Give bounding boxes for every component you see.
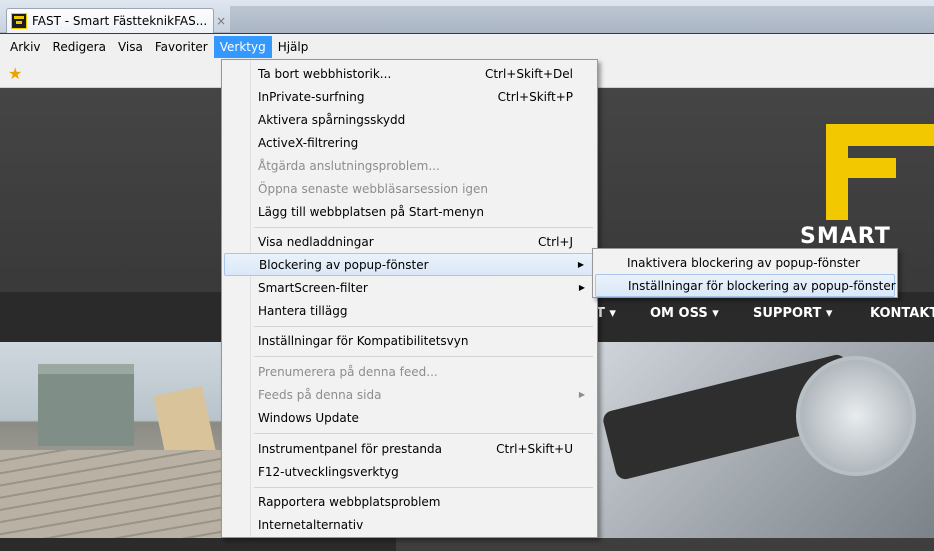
nav-om-oss[interactable]: OM OSS ▾	[650, 306, 719, 321]
submenu-item-label: Inställningar för blockering av popup-fö…	[628, 278, 896, 293]
menu-item-reopen-session: Öppna senaste webbläsarsession igen	[224, 177, 595, 200]
menu-item-delete-history[interactable]: Ta bort webbhistorik... Ctrl+Skift+Del	[224, 62, 595, 85]
menu-item-report-site-problem[interactable]: Rapportera webbplatsproblem	[224, 490, 595, 513]
menu-item-label: Internetalternativ	[258, 517, 364, 532]
menu-item-internet-options[interactable]: Internetalternativ	[224, 513, 595, 536]
menu-separator	[254, 487, 593, 488]
submenu-item-popup-blocker-settings[interactable]: Inställningar för blockering av popup-fö…	[595, 274, 896, 297]
menu-item-view-downloads[interactable]: Visa nedladdningar Ctrl+J	[224, 230, 595, 253]
star-add-icon[interactable]: ★	[8, 66, 22, 82]
menu-separator	[254, 356, 593, 357]
tab-title: FAST - Smart FästteknikFAS...	[32, 14, 208, 28]
page-bottom-band-right	[396, 538, 934, 551]
submenu-item-label: Inaktivera blockering av popup-fönster	[627, 255, 861, 270]
tools-menu: Ta bort webbhistorik... Ctrl+Skift+Del I…	[221, 59, 598, 538]
menu-item-shortcut: Ctrl+Skift+Del	[484, 66, 573, 81]
menu-item-inprivate[interactable]: InPrivate-surfning Ctrl+Skift+P	[224, 85, 595, 108]
menu-item-fix-connection: Åtgärda anslutningsproblem...	[224, 154, 595, 177]
menu-item-label: Inställningar för Kompatibilitetsvyn	[258, 333, 469, 348]
menu-separator	[254, 433, 593, 434]
submenu-arrow-icon: ▶	[577, 260, 584, 269]
menu-item-label: Aktivera spårningsskydd	[258, 112, 406, 127]
menu-item-smartscreen[interactable]: SmartScreen-filter ▶	[224, 276, 595, 299]
menu-item-compat-view-settings[interactable]: Inställningar för Kompatibilitetsvyn	[224, 329, 595, 352]
nav-support[interactable]: SUPPORT ▾	[753, 306, 832, 321]
nav-kontakt[interactable]: KONTAKT	[870, 306, 934, 321]
menu-item-label: InPrivate-surfning	[258, 89, 365, 104]
menu-verktyg[interactable]: Verktyg	[213, 36, 272, 58]
menu-separator	[254, 326, 593, 327]
menu-item-label: Lägg till webbplatsen på Start-menyn	[258, 204, 484, 219]
menu-item-f12-devtools[interactable]: F12-utvecklingsverktyg	[224, 460, 595, 483]
roof-shingles	[0, 450, 230, 538]
nav-item-truncated[interactable]: T ▾	[596, 306, 616, 321]
menu-favoriter[interactable]: Favoriter	[149, 36, 214, 58]
menu-item-label: Öppna senaste webbläsarsession igen	[258, 181, 489, 196]
menu-item-performance-dashboard[interactable]: Instrumentpanel för prestanda Ctrl+Skift…	[224, 437, 595, 460]
menu-item-label: ActiveX-filtrering	[258, 135, 359, 150]
browser-tab[interactable]: FAST - Smart FästteknikFAS... ×	[6, 8, 226, 33]
submenu-arrow-icon: ▶	[578, 390, 585, 399]
menu-item-add-to-start[interactable]: Lägg till webbplatsen på Start-menyn	[224, 200, 595, 223]
popup-blocker-submenu: Inaktivera blockering av popup-fönster I…	[592, 248, 898, 298]
menu-item-shortcut: Ctrl+J	[538, 234, 573, 249]
menu-redigera[interactable]: Redigera	[47, 36, 112, 58]
menu-item-shortcut: Ctrl+Skift+U	[496, 441, 573, 456]
menu-item-label: Feeds på denna sida	[258, 387, 382, 402]
menu-visa[interactable]: Visa	[112, 36, 149, 58]
logo-text: SMART	[800, 224, 891, 249]
menu-item-tracking-protection[interactable]: Aktivera spårningsskydd	[224, 108, 595, 131]
fast-logo-mark	[826, 124, 934, 220]
menu-item-feeds-on-page: Feeds på denna sida ▶	[224, 383, 595, 406]
menu-item-label: F12-utvecklingsverktyg	[258, 464, 399, 479]
menu-item-label: Instrumentpanel för prestanda	[258, 441, 443, 456]
fast-logo-icon	[11, 13, 27, 29]
menu-item-label: Prenumerera på denna feed...	[258, 364, 438, 379]
roof-photo	[0, 342, 230, 538]
menu-item-label: Åtgärda anslutningsproblem...	[258, 158, 440, 173]
menu-item-activex-filtering[interactable]: ActiveX-filtrering	[224, 131, 595, 154]
menu-item-subscribe-feed: Prenumerera på denna feed...	[224, 360, 595, 383]
menu-bar: Arkiv Redigera Visa Favoriter Verktyg Hj…	[0, 34, 934, 60]
menu-item-label: Rapportera webbplatsproblem	[258, 494, 441, 509]
menu-separator	[254, 227, 593, 228]
menu-item-shortcut: Ctrl+Skift+P	[497, 89, 573, 104]
menu-item-windows-update[interactable]: Windows Update	[224, 406, 595, 429]
menu-item-label: Hantera tillägg	[258, 303, 348, 318]
menu-item-label: SmartScreen-filter	[258, 280, 368, 295]
submenu-item-disable-popup-blocker[interactable]: Inaktivera blockering av popup-fönster	[595, 251, 895, 274]
menu-item-manage-addons[interactable]: Hantera tillägg	[224, 299, 595, 322]
tab-close-icon[interactable]: ×	[216, 14, 226, 28]
menu-item-label: Windows Update	[258, 410, 359, 425]
screw-head	[796, 356, 916, 476]
menu-arkiv[interactable]: Arkiv	[4, 36, 47, 58]
screw-photo	[596, 342, 934, 538]
menu-hjalp[interactable]: Hjälp	[272, 36, 315, 58]
menu-item-label: Blockering av popup-fönster	[259, 257, 429, 272]
menu-item-label: Visa nedladdningar	[258, 234, 374, 249]
tab-strip: FAST - Smart FästteknikFAS... ×	[0, 0, 934, 33]
roof-vent	[38, 364, 134, 446]
submenu-arrow-icon: ▶	[578, 283, 585, 292]
tab-strip-empty-area	[230, 6, 934, 33]
menu-item-label: Ta bort webbhistorik...	[258, 66, 392, 81]
menu-item-popup-blocker[interactable]: Blockering av popup-fönster ▶	[224, 253, 595, 276]
